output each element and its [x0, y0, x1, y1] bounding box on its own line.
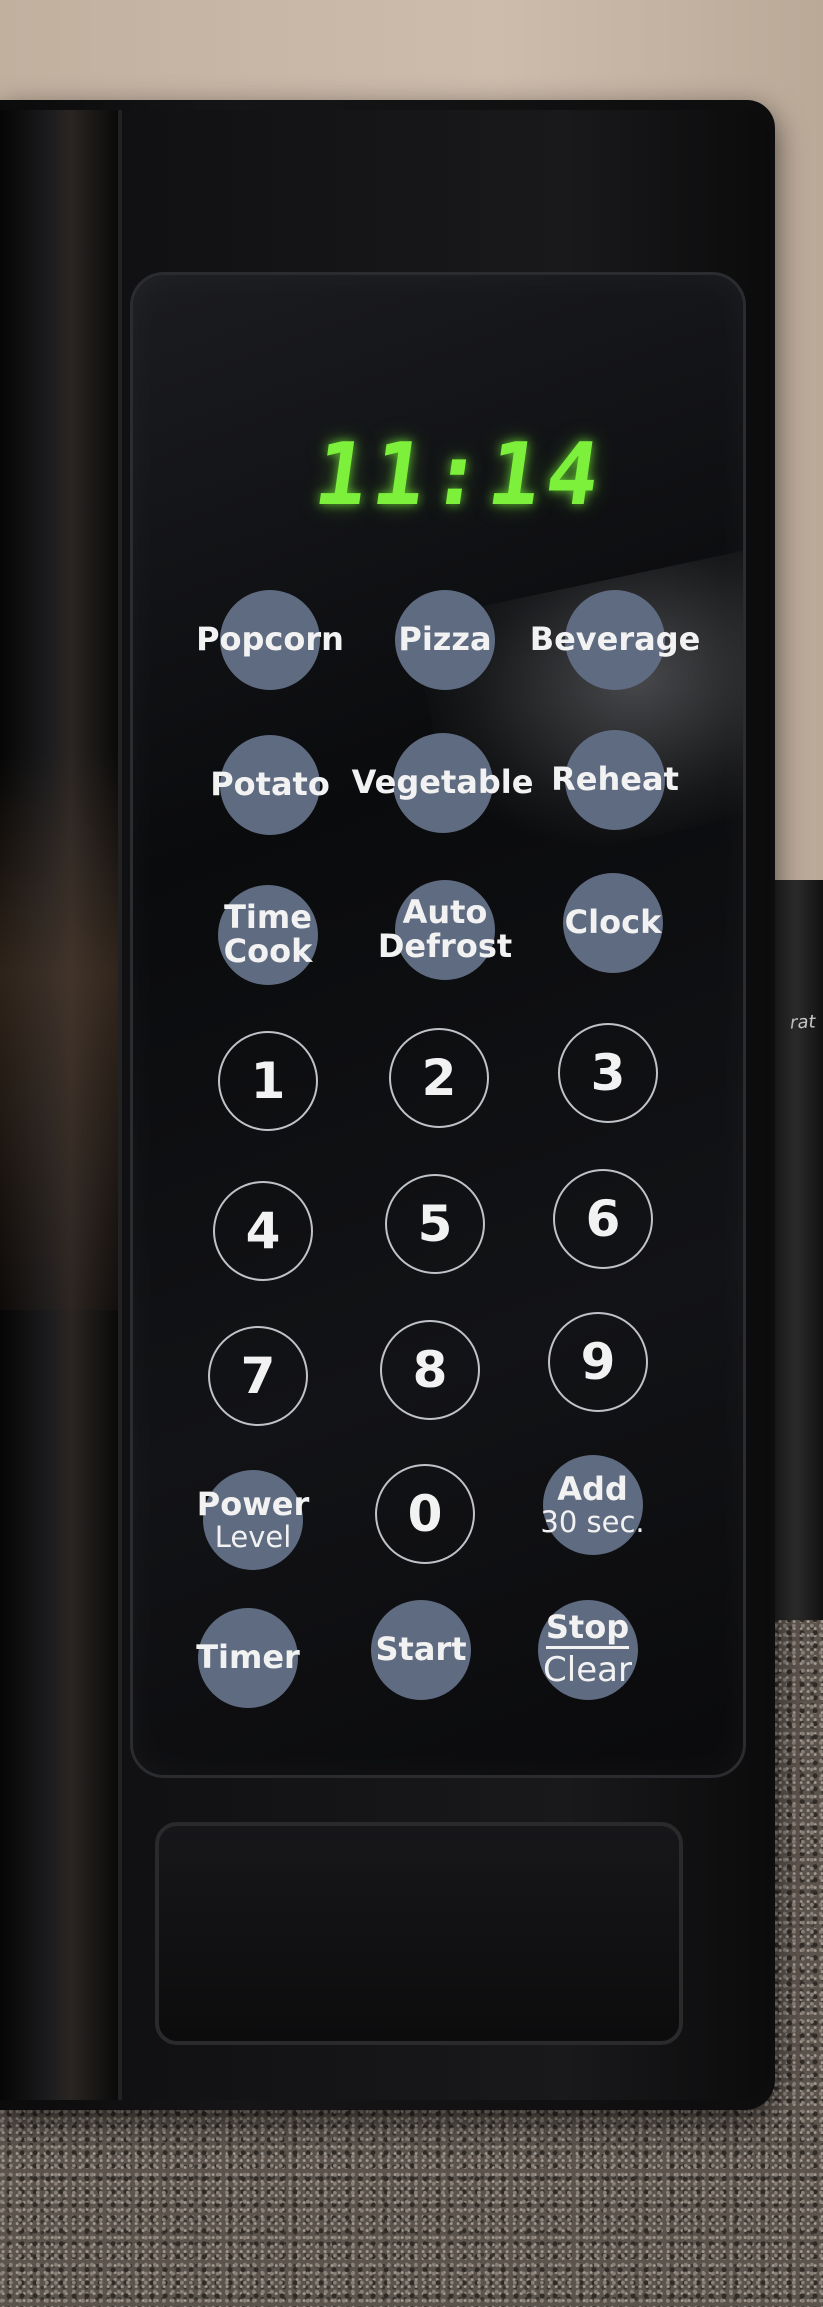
vegetable-button[interactable]: Vegetable	[352, 733, 533, 833]
digit-1-button[interactable]: 1	[218, 1031, 318, 1131]
time-cook-line2: Cook	[223, 932, 313, 970]
reheat-button[interactable]: Reheat	[551, 730, 679, 830]
digit-6-button[interactable]: 6	[553, 1169, 653, 1269]
auto-defrost-button[interactable]: Auto Defrost	[377, 880, 513, 980]
power-level-button[interactable]: Power Level	[197, 1470, 309, 1570]
add-30-sec-button[interactable]: Add 30 sec.	[535, 1455, 650, 1555]
beverage-button[interactable]: Beverage	[530, 590, 700, 690]
popcorn-label: Popcorn	[196, 620, 344, 659]
digit-0-label: 0	[407, 1484, 443, 1543]
digit-8-button[interactable]: 8	[380, 1320, 480, 1420]
start-label: Start	[375, 1630, 467, 1669]
digit-8-label: 8	[412, 1340, 448, 1399]
reheat-label: Reheat	[551, 760, 679, 799]
timer-label: Timer	[196, 1638, 300, 1677]
kitchen-scene: rat 11:14 Popcorn Pizza Beverage Potato …	[0, 0, 823, 2307]
auto-defrost-line2: Defrost	[377, 927, 513, 965]
door-release-handle[interactable]	[155, 1822, 683, 2045]
digit-1-label: 1	[250, 1051, 286, 1110]
potato-button[interactable]: Potato	[210, 735, 330, 835]
clock-label: Clock	[564, 903, 662, 942]
door-reflection	[0, 750, 118, 1310]
potato-label: Potato	[210, 765, 330, 804]
power-level-line2: Level	[214, 1519, 292, 1554]
digit-5-button[interactable]: 5	[385, 1174, 485, 1274]
clear-label: Clear	[543, 1650, 632, 1691]
digit-2-button[interactable]: 2	[389, 1028, 489, 1128]
start-button[interactable]: Start	[366, 1600, 476, 1700]
stop-clear-button[interactable]: Stop Clear	[535, 1595, 640, 1705]
timer-button[interactable]: Timer	[196, 1608, 300, 1708]
digit-5-label: 5	[417, 1194, 453, 1253]
beverage-label: Beverage	[529, 620, 701, 659]
digit-7-label: 7	[240, 1346, 276, 1405]
digit-4-button[interactable]: 4	[213, 1181, 313, 1281]
digit-0-button[interactable]: 0	[375, 1464, 475, 1564]
add-30-line1: Add	[557, 1469, 628, 1508]
digit-9-button[interactable]: 9	[548, 1312, 648, 1412]
digit-9-label: 9	[580, 1332, 616, 1391]
digit-7-button[interactable]: 7	[208, 1326, 308, 1426]
pizza-button[interactable]: Pizza	[395, 590, 495, 690]
vegetable-label: Vegetable	[351, 763, 534, 802]
add-30-line2: 30 sec.	[540, 1504, 645, 1539]
clock-button[interactable]: Clock	[563, 873, 663, 973]
auto-defrost-line1: Auto	[402, 893, 488, 932]
digit-3-label: 3	[590, 1043, 626, 1102]
popcorn-button[interactable]: Popcorn	[196, 590, 344, 690]
digit-6-label: 6	[585, 1189, 621, 1248]
digit-3-button[interactable]: 3	[558, 1023, 658, 1123]
time-cook-line1: Time	[224, 898, 312, 937]
background-appliance-label: rat	[789, 1011, 817, 1034]
stop-label: Stop	[545, 1610, 630, 1650]
digit-2-label: 2	[421, 1048, 457, 1107]
pizza-label: Pizza	[398, 620, 492, 659]
clock-display: 11:14	[308, 425, 612, 525]
microwave-door[interactable]	[0, 110, 122, 2100]
power-level-line1: Power	[196, 1484, 310, 1523]
time-cook-button[interactable]: Time Cook	[218, 885, 318, 985]
digit-4-label: 4	[245, 1201, 281, 1260]
